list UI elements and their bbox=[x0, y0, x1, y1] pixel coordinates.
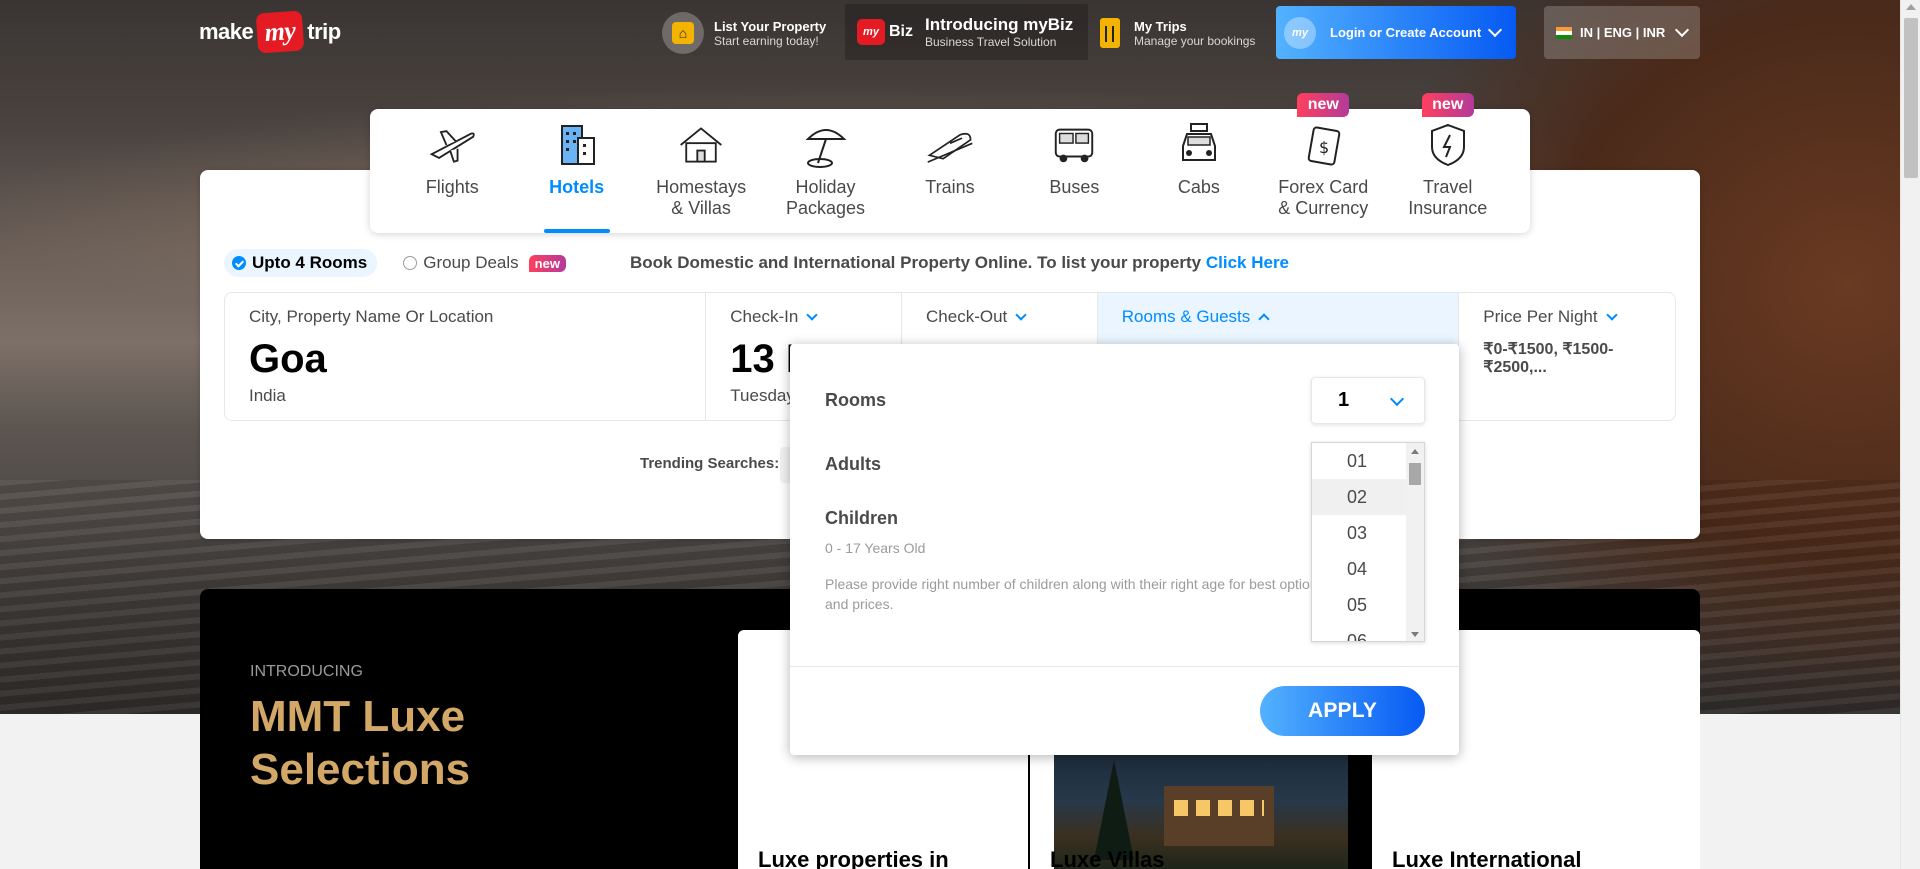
country-value: India bbox=[249, 386, 286, 405]
rooms-label: Rooms bbox=[825, 390, 887, 410]
mybiz-subtitle: Business Travel Solution bbox=[925, 35, 1057, 49]
new-badge: new bbox=[528, 254, 566, 272]
nav-hotels[interactable]: Hotels bbox=[514, 109, 638, 233]
radio-selected-icon bbox=[232, 256, 246, 270]
adults-option[interactable]: 04 bbox=[1312, 551, 1406, 587]
train-icon bbox=[926, 121, 974, 169]
chevron-down-icon bbox=[1487, 22, 1503, 37]
locale-selector[interactable]: IN | ENG | INR bbox=[1544, 6, 1700, 59]
rooms-guests-panel: Rooms 1 Adults Children 0 - 17 Years Old… bbox=[790, 344, 1459, 755]
scrollbar-thumb[interactable] bbox=[1904, 18, 1918, 178]
bus-icon bbox=[1050, 121, 1098, 169]
city-value: Goa bbox=[249, 337, 327, 381]
nav-insurance[interactable]: new Travel Insurance bbox=[1386, 93, 1510, 233]
list-property-link[interactable]: ⌂ List Your Property Start earning today… bbox=[662, 10, 826, 56]
trending-searches-label: Trending Searches: bbox=[640, 455, 780, 472]
makemytrip-logo[interactable]: make my trip bbox=[199, 10, 341, 54]
locale-label: IN | ENG | INR bbox=[1580, 25, 1666, 40]
forex-icon: $ bbox=[1299, 121, 1347, 169]
list-property-subtitle: Start earning today! bbox=[714, 33, 819, 48]
chevron-up-icon bbox=[1258, 313, 1270, 325]
mybiz-link[interactable]: my Biz Introducing myBiz Business Travel … bbox=[845, 4, 1088, 60]
upto-4-rooms-option[interactable]: Upto 4 Rooms bbox=[224, 249, 378, 277]
hotel-icon bbox=[553, 121, 601, 169]
adults-option[interactable]: 02 bbox=[1312, 479, 1406, 515]
plane-icon bbox=[428, 121, 476, 169]
divider bbox=[790, 666, 1459, 667]
mmt-badge-icon: my bbox=[1284, 16, 1316, 49]
product-nav: Flights Hotels Homestays & Villas Holiday… bbox=[370, 93, 1530, 233]
radio-icon bbox=[403, 256, 418, 270]
booking-options: Upto 4 Rooms Group Deals new Book Domest… bbox=[224, 248, 1289, 278]
new-badge: new bbox=[1297, 93, 1350, 117]
apply-button[interactable]: APPLY bbox=[1260, 686, 1425, 736]
list-property-title: List Your Property bbox=[714, 18, 827, 34]
svg-text:$: $ bbox=[1319, 138, 1329, 157]
nav-trains[interactable]: Trains bbox=[888, 109, 1012, 233]
adults-dropdown-list[interactable]: 01 02 03 04 05 06 bbox=[1311, 442, 1425, 642]
nav-cabs[interactable]: Cabs bbox=[1137, 109, 1261, 233]
chevron-down-icon bbox=[806, 309, 818, 321]
price-field[interactable]: Price Per Night ₹0-₹1500, ₹1500- ₹2500,..… bbox=[1459, 293, 1675, 420]
listbox-scrollbar[interactable] bbox=[1406, 443, 1424, 641]
chevron-down-icon bbox=[1605, 309, 1618, 321]
insurance-icon bbox=[1424, 121, 1472, 169]
new-badge: new bbox=[1421, 93, 1474, 117]
my-trips-title: My Trips bbox=[1134, 18, 1187, 34]
india-flag-icon bbox=[1556, 26, 1572, 39]
cab-icon bbox=[1175, 121, 1223, 169]
adults-label: Adults bbox=[825, 454, 881, 474]
list-property-promo: Book Domestic and International Property… bbox=[629, 253, 1290, 272]
login-button[interactable]: my Login or Create Account bbox=[1276, 6, 1516, 59]
children-ages: 0 - 17 Years Old bbox=[825, 540, 926, 556]
chevron-down-icon bbox=[1389, 391, 1405, 407]
luxe-title: MMT Luxe Selections bbox=[250, 692, 471, 794]
login-label: Login or Create Account bbox=[1330, 25, 1482, 40]
my-trips-link[interactable]: My Trips Manage your bookings bbox=[1100, 10, 1255, 56]
luxe-intro: INTRODUCING bbox=[250, 663, 363, 680]
rooms-select[interactable]: 1 bbox=[1311, 377, 1425, 424]
adults-option[interactable]: 03 bbox=[1312, 515, 1406, 551]
nav-forex[interactable]: new $ Forex Card & Currency bbox=[1261, 93, 1385, 233]
mybiz-title: Introducing myBiz bbox=[925, 15, 1074, 34]
nav-flights[interactable]: Flights bbox=[390, 109, 514, 233]
adults-option[interactable]: 06 bbox=[1312, 623, 1406, 641]
children-note: Please provide right number of children … bbox=[825, 576, 1325, 613]
nav-buses[interactable]: Buses bbox=[1012, 109, 1136, 233]
nav-homestays[interactable]: Homestays & Villas bbox=[639, 109, 763, 233]
city-field[interactable]: City, Property Name Or Location Goa Indi… bbox=[225, 293, 707, 420]
suitcase-icon bbox=[1100, 18, 1120, 48]
children-label: Children bbox=[825, 508, 899, 528]
click-here-link[interactable]: Click Here bbox=[1206, 253, 1289, 272]
adults-option[interactable]: 01 bbox=[1312, 443, 1406, 479]
page-scrollbar[interactable] bbox=[1900, 0, 1920, 869]
nav-holiday-packages[interactable]: Holiday Packages bbox=[763, 109, 887, 233]
adults-option[interactable]: 05 bbox=[1312, 587, 1406, 623]
chevron-down-icon bbox=[1015, 309, 1027, 321]
my-trips-subtitle: Manage your bookings bbox=[1134, 33, 1256, 48]
price-value: ₹0-₹1500, ₹1500- ₹2500,... bbox=[1483, 341, 1614, 376]
mybiz-logo: my Biz bbox=[857, 19, 913, 45]
scroll-up-icon[interactable] bbox=[1906, 4, 1916, 10]
chevron-down-icon bbox=[1675, 22, 1690, 37]
house-icon bbox=[677, 121, 725, 169]
umbrella-icon bbox=[802, 121, 850, 169]
property-icon: ⌂ bbox=[662, 12, 704, 54]
group-deals-option[interactable]: Group Deals new bbox=[403, 253, 566, 273]
